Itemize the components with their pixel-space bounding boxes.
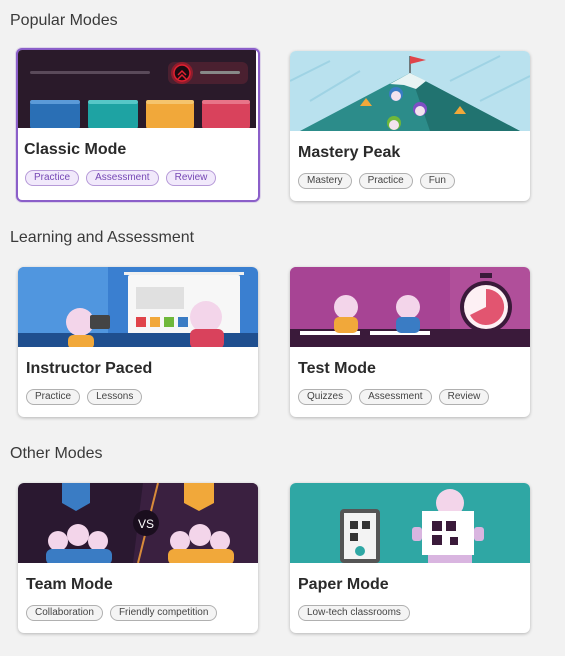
tag: Review	[165, 170, 217, 186]
svg-text:VS: VS	[138, 517, 154, 531]
mode-card-paper-mode[interactable]: Paper Mode Low-tech classrooms	[290, 483, 530, 633]
team-mode-illustration: VS	[18, 483, 258, 563]
tag-list: Collaboration Friendly competition	[26, 605, 218, 621]
tag-list: Mastery Practice Fun	[298, 173, 455, 189]
tag: Review	[438, 389, 490, 405]
tag: Mastery	[298, 173, 352, 189]
mode-card-mastery-peak[interactable]: Mastery Peak Mastery Practice Fun	[290, 51, 530, 201]
tag: Practice	[358, 173, 413, 189]
tag-list: Low-tech classrooms	[298, 605, 410, 621]
instructor-paced-illustration	[18, 267, 258, 347]
tag: Assessment	[359, 389, 432, 405]
tag: Friendly competition	[109, 605, 218, 621]
mode-card-team-mode[interactable]: VS Team Mode Collaboration Friendly comp…	[18, 483, 258, 633]
mode-title: Team Mode	[26, 576, 113, 593]
mode-card-classic[interactable]: Classic Mode Practice Assessment Review	[16, 48, 260, 202]
tag: Assessment	[86, 170, 159, 186]
mode-title: Mastery Peak	[298, 144, 401, 161]
section-title-popular-modes: Popular Modes	[10, 12, 118, 29]
mode-title: Paper Mode	[298, 576, 389, 593]
tag: Practice	[25, 170, 80, 186]
tag: Fun	[419, 173, 455, 189]
tag: Practice	[26, 389, 81, 405]
section-title-learning-and-assessment: Learning and Assessment	[10, 229, 195, 246]
tag-list: Practice Lessons	[26, 389, 143, 405]
mode-card-instructor-paced[interactable]: Instructor Paced Practice Lessons	[18, 267, 258, 417]
mastery-peak-illustration	[290, 51, 530, 131]
paper-mode-illustration	[290, 483, 530, 563]
mode-card-test-mode[interactable]: Test Mode Quizzes Assessment Review	[290, 267, 530, 417]
tag: Low-tech classrooms	[298, 605, 410, 621]
section-title-other-modes: Other Modes	[10, 445, 103, 462]
mode-title: Instructor Paced	[26, 360, 153, 377]
mode-title: Test Mode	[298, 360, 376, 377]
test-mode-illustration	[290, 267, 530, 347]
tag: Lessons	[87, 389, 143, 405]
tag: Quizzes	[298, 389, 353, 405]
classic-mode-illustration	[18, 50, 256, 128]
tag: Collaboration	[26, 605, 103, 621]
mode-title: Classic Mode	[24, 141, 127, 158]
tag-list: Quizzes Assessment Review	[298, 389, 490, 405]
tag-list: Practice Assessment Review	[25, 170, 217, 186]
